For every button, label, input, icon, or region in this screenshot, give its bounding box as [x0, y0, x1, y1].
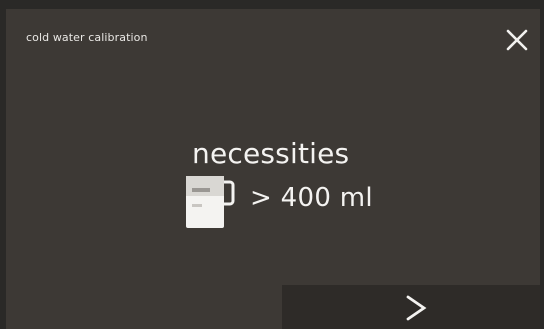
close-icon	[506, 29, 528, 51]
calibration-screen: cold water calibration necessities > 400…	[6, 9, 540, 329]
required-volume: > 400 ml	[250, 183, 373, 213]
chevron-right-icon	[406, 295, 427, 321]
close-button[interactable]	[502, 25, 532, 55]
measuring-jug-icon	[186, 176, 235, 228]
water-requirement: > 400 ml	[182, 174, 373, 230]
requirements-heading: necessities	[192, 137, 350, 170]
screen-title: cold water calibration	[26, 31, 148, 44]
next-button[interactable]	[282, 285, 540, 329]
